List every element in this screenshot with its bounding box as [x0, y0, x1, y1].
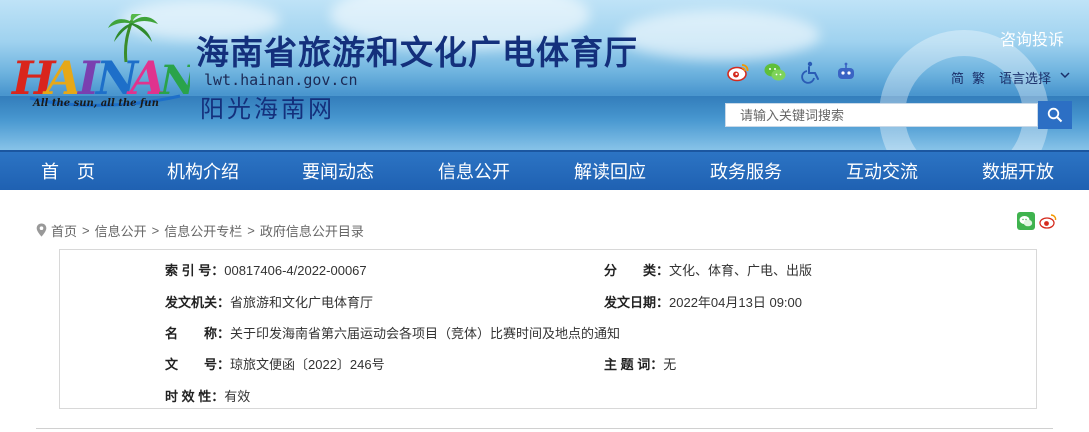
breadcrumb-separator: > — [82, 222, 90, 238]
category-value: 文化、体育、广电、出版 — [669, 263, 813, 278]
header-banner: H A I N A N All the sun, all the fun 海南省… — [0, 0, 1089, 150]
keywords-label: 主 题 词： — [604, 357, 664, 372]
site-subtitle: 阳光海南网 — [200, 96, 335, 123]
category-label: 分 类： — [604, 263, 670, 278]
field-validity: 时 效 性：有效 — [165, 386, 250, 405]
logo-tagline: All the sun, all the fun — [33, 98, 159, 109]
breadcrumb-disclosure[interactable]: 信息公开 — [95, 221, 147, 240]
nav-item-about[interactable]: 机构介绍 — [153, 152, 253, 192]
date-value: 2022年04月13日 09:00 — [669, 295, 802, 310]
search-button[interactable] — [1038, 101, 1072, 129]
nav-item-open-data[interactable]: 数据开放 — [968, 152, 1068, 192]
site-url: lwt.hainan.gov.cn — [204, 71, 358, 89]
keywords-value: 无 — [663, 357, 677, 372]
search-input[interactable] — [725, 103, 1038, 127]
chevron-down-icon[interactable] — [1060, 70, 1070, 80]
location-pin-icon — [36, 223, 47, 237]
field-doc-no: 文 号：琼旅文便函〔2022〕246号 — [165, 354, 385, 373]
nav-item-news[interactable]: 要闻动态 — [288, 152, 388, 192]
cloud-decoration — [620, 10, 820, 60]
svg-text:A: A — [42, 51, 82, 105]
lang-traditional[interactable]: 繁 — [972, 68, 985, 87]
validity-label: 时 效 性： — [165, 389, 225, 404]
nav-item-services[interactable]: 政务服务 — [696, 152, 796, 192]
issuer-label: 发文机关： — [165, 295, 231, 310]
site-title: 海南省旅游和文化广电体育厅 — [196, 33, 638, 72]
weibo-icon[interactable] — [726, 60, 750, 84]
index-no-value: 00817406-4/2022-00067 — [224, 263, 367, 278]
name-label: 名 称： — [165, 326, 231, 341]
field-index-no: 索 引 号：00817406-4/2022-00067 — [165, 260, 367, 279]
field-issuer: 发文机关：省旅游和文化广电体育厅 — [165, 292, 373, 311]
breadcrumb-current: 政府信息公开目录 — [259, 223, 364, 239]
field-name: 名 称：关于印发海南省第六届运动会各项目（竞体）比赛时间及地点的通知 — [165, 323, 620, 342]
lang-select[interactable]: 语言选择 — [999, 68, 1051, 87]
nav-item-home[interactable]: 首 页 — [20, 152, 116, 192]
field-date: 发文日期：2022年04月13日 09:00 — [604, 292, 802, 311]
field-category: 分 类：文化、体育、广电、出版 — [604, 260, 812, 279]
doc-no-value: 琼旅文便函〔2022〕246号 — [230, 357, 385, 372]
accessibility-icon[interactable] — [799, 60, 823, 84]
nav-item-interaction[interactable]: 互动交流 — [832, 152, 932, 192]
issuer-value: 省旅游和文化广电体育厅 — [230, 295, 374, 310]
breadcrumb-home[interactable]: 首页 — [51, 221, 77, 240]
breadcrumb-disclosure-column[interactable]: 信息公开专栏 — [164, 221, 242, 240]
field-keywords: 主 题 词：无 — [604, 354, 676, 373]
breadcrumb-separator: > — [151, 222, 160, 238]
name-value: 关于印发海南省第六届运动会各项目（竞体）比赛时间及地点的通知 — [230, 326, 621, 341]
date-label: 发文日期： — [604, 295, 670, 310]
consult-link[interactable]: 咨询投诉 — [1000, 26, 1064, 50]
nav-item-interpretation[interactable]: 解读回应 — [560, 152, 660, 192]
lang-simplified[interactable]: 简 — [951, 68, 964, 87]
index-no-label: 索 引 号： — [165, 263, 225, 278]
main-nav: 首 页 机构介绍 要闻动态 信息公开 解读回应 政务服务 互动交流 数据开放 — [0, 150, 1089, 190]
breadcrumb: 首页 > 信息公开 > 信息公开专栏 > 政府信息公开目录 — [36, 221, 364, 239]
doc-no-label: 文 号： — [165, 357, 231, 372]
validity-value: 有效 — [224, 389, 251, 404]
divider — [36, 428, 1053, 429]
wechat-icon[interactable] — [763, 60, 787, 84]
wechat-share-icon[interactable] — [1017, 212, 1035, 230]
robot-icon[interactable] — [834, 60, 858, 84]
nav-item-disclosure[interactable]: 信息公开 — [424, 152, 524, 192]
weibo-share-icon[interactable] — [1039, 212, 1057, 230]
search-icon — [1047, 107, 1063, 123]
breadcrumb-separator: > — [247, 222, 255, 238]
